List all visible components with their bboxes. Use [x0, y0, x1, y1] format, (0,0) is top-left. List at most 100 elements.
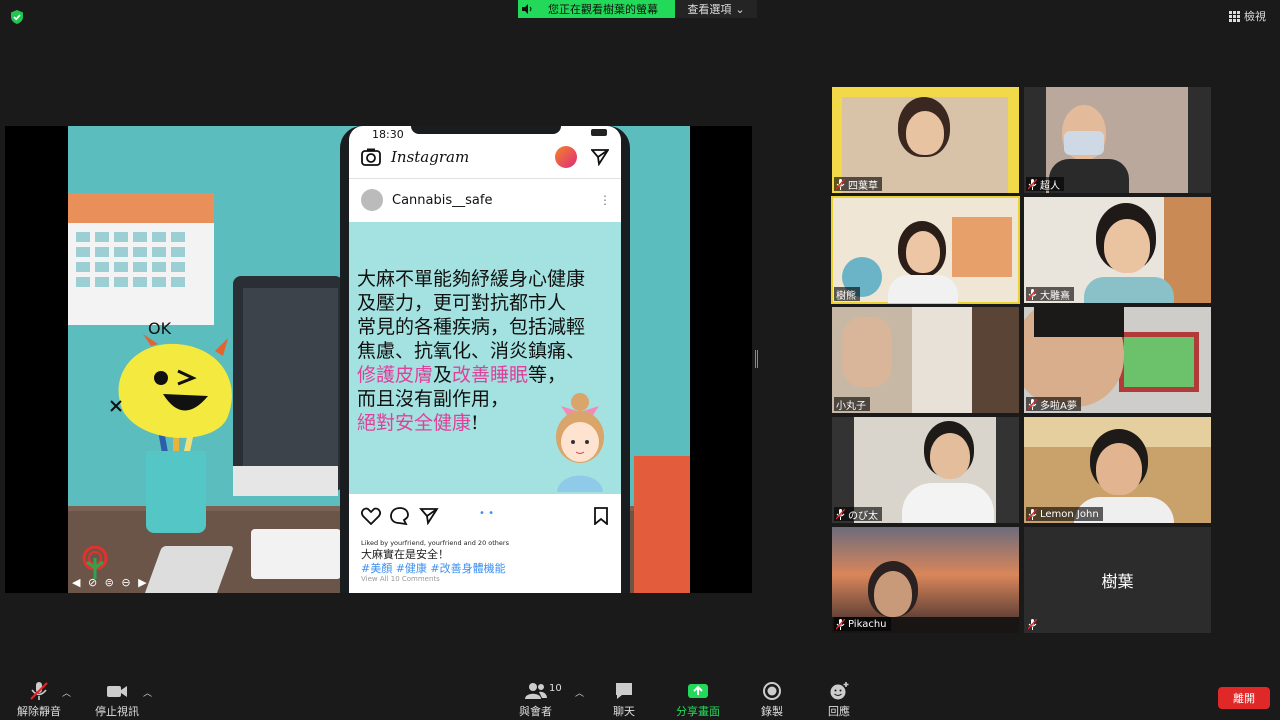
yellow-monster-illustration: OK	[110, 319, 232, 438]
muted-mic-icon	[1028, 288, 1037, 300]
muted-mic-icon	[1028, 618, 1037, 630]
participants-label: 與會者	[519, 705, 552, 718]
phone-mockup: 18:30 Instagram Cannabis__safe ⋮ 大麻不單能夠紓…	[340, 126, 630, 593]
participant-tile[interactable]: 小丸子	[832, 307, 1019, 413]
post-line: 及壓力，更可對抗都市人	[357, 292, 567, 314]
grid-layout-icon	[1229, 10, 1240, 22]
security-shield-icon[interactable]	[10, 10, 24, 24]
heart-icon	[361, 507, 381, 525]
organization-logo-icon	[82, 546, 108, 579]
participant-tile-active-speaker[interactable]: 樹熊	[831, 196, 1020, 304]
checkered-cloth-illustration	[634, 456, 690, 593]
participant-name: 小丸子	[836, 400, 866, 412]
participant-name: Pikachu	[848, 618, 887, 630]
participant-name: Lemon John	[1040, 508, 1099, 520]
chevron-down-icon: ⌄	[735, 2, 745, 16]
speaker-icon	[522, 4, 532, 14]
record-button[interactable]: 錄製	[761, 682, 783, 719]
carousel-dots: • •	[479, 508, 494, 519]
zoom-meeting-window: 您正在觀看樹葉的螢幕 查看選項 ⌄ 檢視 OK ◀ ⊘ ⊜ ⊖ ▶ 18:30 …	[0, 0, 1280, 720]
post-account-name: Cannabis__safe	[392, 192, 493, 208]
share-icon	[419, 508, 439, 525]
slide-navigation-controls[interactable]: ◀ ⊘ ⊜ ⊖ ▶	[72, 576, 149, 589]
post-hashtags: #美顏 #健康 #改善身體機能	[361, 562, 506, 575]
post-line: 焦慮、抗氧化、消炎鎮痛、	[357, 340, 586, 362]
participant-name: のび太	[848, 510, 878, 522]
share-screen-label: 分享畫面	[676, 705, 720, 718]
view-layout-button[interactable]: 檢視	[1229, 8, 1266, 24]
record-icon	[763, 682, 781, 700]
participant-tile-video-off[interactable]: 樹葉	[1024, 527, 1211, 633]
direct-message-icon	[591, 149, 609, 166]
participant-name: 超人	[1040, 180, 1060, 192]
participants-options-chevron-icon[interactable]: ︿	[575, 686, 584, 699]
participant-tile[interactable]: 大雕熹	[1024, 197, 1211, 303]
share-screen-icon	[688, 684, 708, 698]
participant-tile[interactable]: 多啦A夢	[1024, 307, 1211, 413]
calendar-illustration	[68, 193, 214, 325]
leave-meeting-button[interactable]: 離開	[1218, 687, 1270, 709]
pen-cup-illustration	[146, 451, 206, 533]
reactions-label: 回應	[828, 705, 850, 718]
panel-resize-handle[interactable]	[755, 350, 758, 368]
chat-button[interactable]: 聊天	[613, 682, 635, 719]
participant-name: 大雕熹	[1040, 290, 1070, 302]
reactions-button[interactable]: 回應	[828, 682, 850, 719]
post-line: 常見的各種疾病，包括減輕	[357, 316, 586, 338]
stop-video-button[interactable]: 停止視訊	[95, 682, 139, 719]
muted-mic-icon	[1028, 178, 1037, 190]
muted-mic-icon	[1028, 398, 1037, 410]
muted-mic-icon	[836, 178, 845, 190]
participants-button[interactable]: 與會者	[519, 682, 552, 719]
igtv-icon	[555, 146, 577, 168]
instagram-logo: Instagram	[391, 148, 470, 166]
bookmark-icon	[594, 507, 608, 525]
post-header: Cannabis__safe ⋮	[361, 189, 611, 211]
chat-bubble-icon	[616, 683, 632, 699]
view-layout-label: 檢視	[1244, 10, 1266, 23]
account-avatar	[361, 189, 383, 211]
muted-mic-icon	[836, 508, 845, 520]
post-line: 修護皮膚及改善睡眠等，	[357, 364, 567, 386]
instagram-header: Instagram	[349, 142, 621, 172]
view-options-button[interactable]: 查看選項 ⌄	[675, 0, 757, 18]
keyboard-illustration	[251, 529, 341, 579]
view-comments-link: View All 10 Comments	[361, 575, 440, 583]
muted-mic-icon	[1028, 508, 1037, 520]
participant-tile[interactable]: Pikachu	[832, 527, 1019, 633]
share-banner-text: 您正在觀看樹葉的螢幕	[548, 3, 658, 16]
girl-cartoon-illustration	[556, 393, 604, 492]
post-line: 大麻不單能夠紓緩身心健康	[357, 268, 586, 290]
record-label: 錄製	[761, 705, 783, 718]
shared-screen: OK ◀ ⊘ ⊜ ⊖ ▶ 18:30 Instagram Cannabis__s…	[5, 126, 752, 593]
participant-tile[interactable]: のび太	[832, 417, 1019, 523]
muted-microphone-icon	[30, 682, 48, 700]
audio-options-chevron-icon[interactable]: ︿	[62, 686, 71, 699]
viewing-share-indicator: 您正在觀看樹葉的螢幕	[518, 0, 675, 18]
camera-icon	[361, 148, 381, 166]
screen-share-banner: 您正在觀看樹葉的螢幕 查看選項 ⌄	[518, 0, 757, 18]
presentation-slide: OK ◀ ⊘ ⊜ ⊖ ▶ 18:30 Instagram Cannabis__s…	[68, 126, 690, 593]
participant-tile[interactable]: 四葉草	[832, 87, 1019, 193]
emoji-reaction-icon	[830, 682, 849, 700]
stop-video-label: 停止視訊	[95, 705, 139, 718]
participants-icon	[524, 683, 547, 699]
more-options-icon: ⋮	[599, 193, 611, 207]
phone-status-time: 18:30	[372, 128, 404, 141]
muted-mic-icon	[836, 618, 845, 630]
participant-name: 多啦A夢	[1040, 400, 1077, 412]
participant-name: 四葉草	[848, 180, 878, 192]
participant-tile[interactable]: Lemon John	[1024, 417, 1211, 523]
participant-name-center: 樹葉	[1101, 572, 1134, 591]
participant-name: 樹熊	[836, 290, 856, 302]
unmute-label: 解除靜音	[17, 705, 61, 718]
instagram-screen: 18:30 Instagram Cannabis__safe ⋮ 大麻不單能夠紓…	[349, 126, 621, 593]
comment-icon	[390, 507, 409, 525]
participant-tile[interactable]: 超人	[1024, 87, 1211, 193]
video-options-chevron-icon[interactable]: ︿	[143, 686, 152, 699]
monster-ok-text: OK	[148, 319, 172, 338]
battery-icon	[591, 129, 607, 136]
share-screen-button[interactable]: 分享畫面	[676, 682, 720, 719]
unmute-button[interactable]: 解除靜音	[17, 682, 61, 719]
chat-label: 聊天	[613, 705, 635, 718]
